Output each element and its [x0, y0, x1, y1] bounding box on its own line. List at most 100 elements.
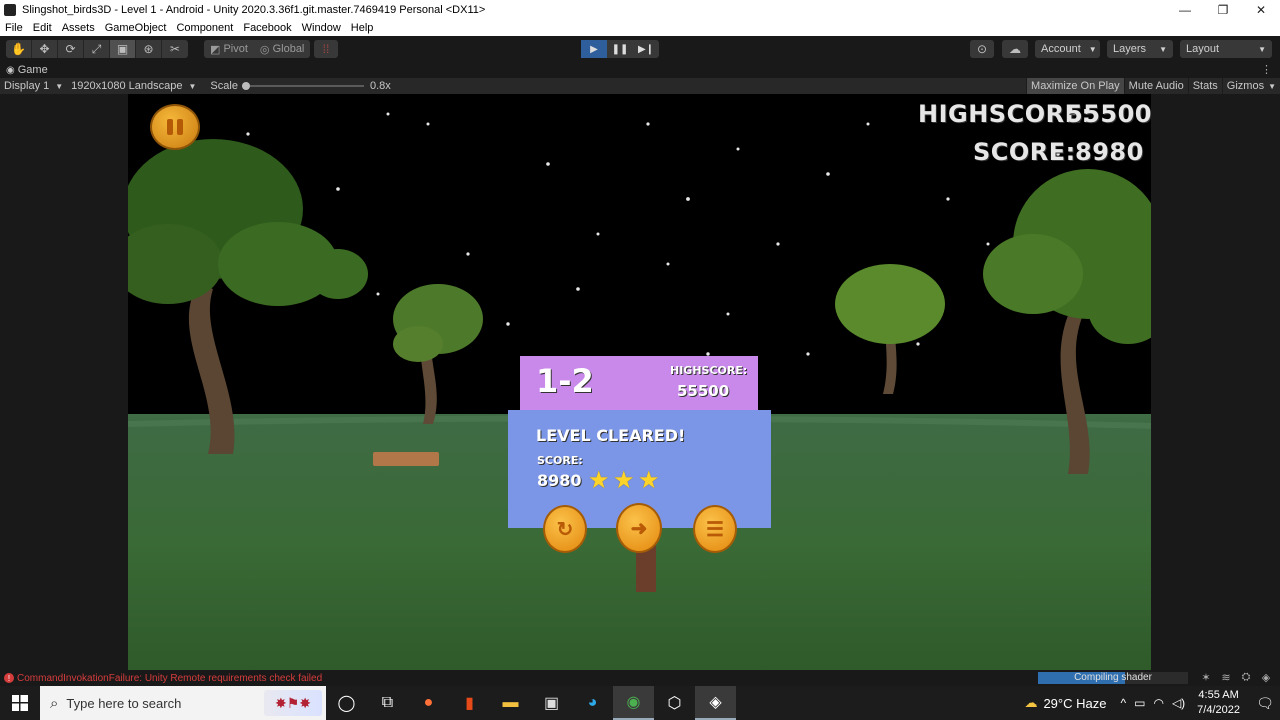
- custom-tool-icon[interactable]: ✂: [162, 40, 188, 58]
- pivot-label: Pivot: [223, 43, 248, 55]
- move-tool-icon[interactable]: ✥: [32, 40, 58, 58]
- progress-spinner-icon[interactable]: ◈: [1256, 671, 1276, 684]
- panel-score-label: SCORE:: [537, 454, 583, 467]
- pivot-icon: ◩: [210, 43, 224, 56]
- file-explorer-icon[interactable]: ▬: [490, 686, 531, 720]
- chevron-down-icon: ▼: [1159, 44, 1167, 54]
- menu-component[interactable]: Component: [171, 22, 238, 34]
- layers-label: Layers: [1113, 43, 1147, 55]
- battery-icon[interactable]: ▭: [1134, 696, 1145, 710]
- status-bar: ! CommandInvokationFailure: Unity Remote…: [0, 670, 1280, 686]
- mute-audio-toggle[interactable]: Mute Audio: [1123, 78, 1188, 94]
- edge-icon[interactable]: ◕: [572, 686, 613, 720]
- pause-icon: [167, 119, 173, 135]
- account-dropdown[interactable]: Account ▼: [1035, 40, 1100, 58]
- slider-knob[interactable]: [241, 82, 250, 90]
- star-icon: ★: [588, 467, 610, 494]
- rect-tool-icon[interactable]: ▣: [110, 40, 136, 58]
- error-icon: !: [4, 673, 14, 683]
- start-button[interactable]: [0, 686, 40, 720]
- task-view-icon[interactable]: ⧉: [367, 686, 408, 720]
- chrome-icon[interactable]: ◉: [613, 686, 654, 720]
- transform-tool-icon[interactable]: ⊛: [136, 40, 162, 58]
- clock[interactable]: 4:55 AM 7/4/2022: [1197, 688, 1240, 718]
- unity-editor-icon[interactable]: ◈: [695, 686, 736, 720]
- weather-widget[interactable]: ☁ 29°C Haze: [1024, 695, 1106, 711]
- console-error[interactable]: ! CommandInvokationFailure: Unity Remote…: [4, 673, 322, 684]
- level-number: 1-2: [536, 362, 594, 400]
- hand-tool-icon[interactable]: ✋: [6, 40, 32, 58]
- menu-file[interactable]: File: [0, 22, 28, 34]
- resolution-dropdown[interactable]: 1920x1080 Landscape ▼: [67, 78, 200, 94]
- global-toggle[interactable]: ◎ Global: [254, 40, 310, 58]
- display-label: Display 1: [4, 80, 50, 92]
- menu-edit[interactable]: Edit: [28, 22, 57, 34]
- menu-gameobject[interactable]: GameObject: [100, 22, 172, 34]
- cloud-icon: ☁: [1009, 42, 1021, 56]
- taskbar-search[interactable]: ⌕ Type here to search ✸⚑✸: [40, 686, 326, 720]
- bug-icon[interactable]: ✶: [1196, 671, 1216, 684]
- tab-game[interactable]: ◉ Game: [6, 64, 48, 76]
- next-level-button[interactable]: ➜: [616, 503, 662, 553]
- global-label: Global: [272, 43, 305, 55]
- auto-generate-icon[interactable]: ⛭: [1236, 671, 1256, 684]
- gizmos-dropdown[interactable]: Gizmos ▼: [1221, 78, 1280, 94]
- layout-dropdown[interactable]: Layout ▼: [1180, 40, 1272, 58]
- game-viewport[interactable]: HIGHSCORE: 55500 SCORE: 8980 1-2 HIGHSCO…: [0, 94, 1280, 670]
- display-dropdown[interactable]: Display 1 ▼: [0, 78, 67, 94]
- unity-app-icon: [4, 4, 16, 16]
- level-menu-button[interactable]: ☰: [693, 505, 737, 553]
- search-placeholder: Type here to search: [66, 695, 182, 711]
- unity-hub-icon[interactable]: ⬡: [654, 686, 695, 720]
- scale-slider[interactable]: [241, 78, 364, 94]
- menu-window[interactable]: Window: [297, 22, 346, 34]
- search-icon: ⌕: [50, 694, 59, 712]
- notification-icon[interactable]: 🗨: [1250, 686, 1280, 720]
- menu-facebook[interactable]: Facebook: [238, 22, 296, 34]
- play-button[interactable]: ▶: [581, 40, 607, 58]
- menu-help[interactable]: Help: [346, 22, 379, 34]
- firefox-icon[interactable]: ●: [408, 686, 449, 720]
- transform-tools: ✋ ✥ ⟳ ⤢ ▣ ⊛ ✂: [6, 40, 188, 58]
- kebab-menu-icon[interactable]: ⋮: [1261, 63, 1272, 76]
- chevron-down-icon: ▼: [1268, 81, 1276, 91]
- game-view-toolbar: Display 1 ▼ 1920x1080 Landscape ▼ Scale 0.…: [0, 78, 1280, 94]
- panel-highscore-label: HIGHSCORE:: [670, 364, 748, 377]
- fireworks-flag-icon: ✸⚑✸: [264, 690, 322, 716]
- level-cleared-title: LEVEL CLEARED!: [536, 426, 686, 445]
- volume-icon[interactable]: ◁): [1172, 696, 1185, 710]
- store-icon[interactable]: ▣: [531, 686, 572, 720]
- rotate-tool-icon[interactable]: ⟳: [58, 40, 84, 58]
- pivot-toggle[interactable]: ◩ Pivot: [204, 40, 254, 58]
- play-controls: ▶ ❚❚ ▶❙: [581, 40, 659, 58]
- game-scene[interactable]: HIGHSCORE: 55500 SCORE: 8980 1-2 HIGHSCO…: [128, 94, 1151, 670]
- cache-icon[interactable]: ≋: [1216, 671, 1236, 684]
- layers-dropdown[interactable]: Layers ▼: [1107, 40, 1173, 58]
- minimize-button[interactable]: —: [1166, 0, 1204, 20]
- stats-toggle[interactable]: Stats: [1187, 78, 1222, 94]
- wifi-icon[interactable]: ◠: [1153, 696, 1163, 710]
- clock-date: 7/4/2022: [1197, 704, 1240, 716]
- restore-button[interactable]: ❐: [1204, 0, 1242, 20]
- pause-button[interactable]: ❚❚: [607, 40, 633, 58]
- pause-game-button[interactable]: [150, 104, 200, 150]
- office-icon[interactable]: ▮: [449, 686, 490, 720]
- grid-snap-button[interactable]: ⁞⁞: [314, 40, 338, 58]
- maximize-on-play-toggle[interactable]: Maximize On Play: [1026, 78, 1124, 94]
- account-label: Account: [1041, 43, 1081, 55]
- panel-score-value: 8980: [537, 471, 582, 490]
- resolution-label: 1920x1080 Landscape: [71, 80, 183, 92]
- cortana-icon[interactable]: ◯: [326, 686, 367, 720]
- system-tray: ☁ 29°C Haze ^ ▭ ◠ ◁) 4:55 AM 7/4/2022 🗨: [1024, 686, 1280, 720]
- menu-assets[interactable]: Assets: [57, 22, 100, 34]
- collab-button[interactable]: ⊙: [970, 40, 994, 58]
- chevron-up-icon[interactable]: ^: [1120, 696, 1126, 710]
- chevron-down-icon: ▼: [1088, 44, 1097, 54]
- scale-tool-icon[interactable]: ⤢: [84, 40, 110, 58]
- step-button[interactable]: ▶❙: [633, 40, 659, 58]
- layout-label: Layout: [1186, 43, 1220, 55]
- restart-level-button[interactable]: ↻: [543, 505, 587, 553]
- close-button[interactable]: ✕: [1242, 0, 1280, 20]
- cloud-button[interactable]: ☁: [1002, 40, 1028, 58]
- pivot-toggles: ◩ Pivot ◎ Global: [204, 40, 311, 58]
